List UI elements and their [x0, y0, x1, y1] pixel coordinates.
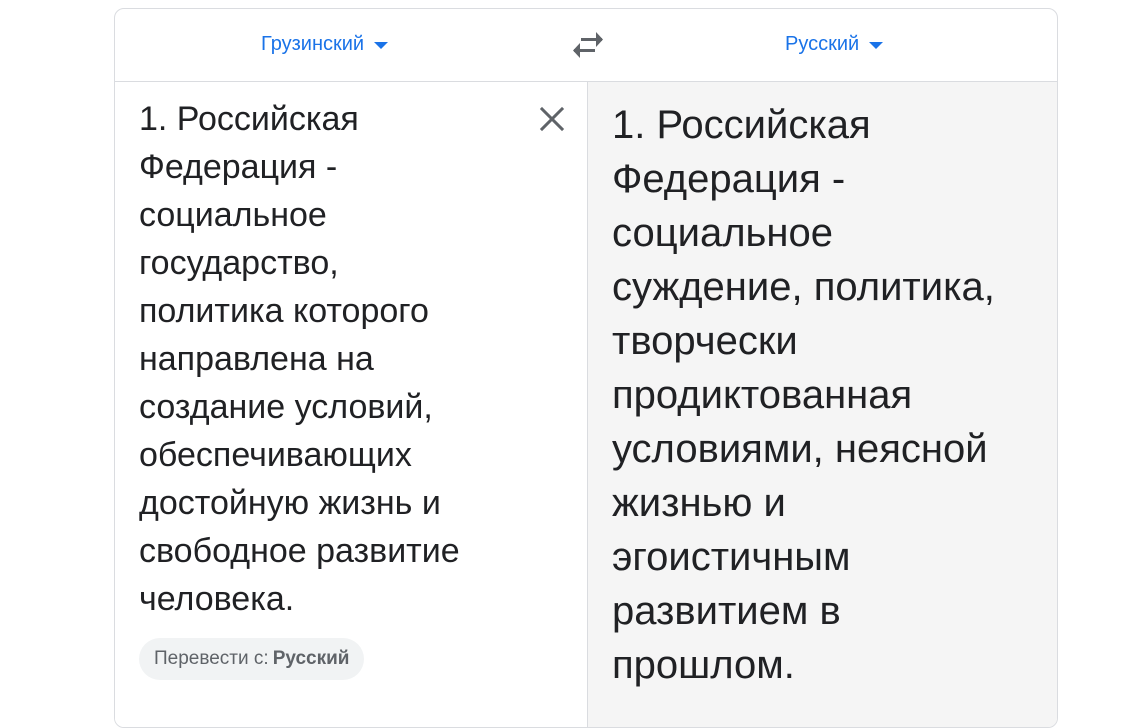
target-language-label: Русский	[785, 33, 860, 55]
swap-languages-button[interactable]	[570, 31, 606, 59]
clear-source-button[interactable]	[535, 102, 569, 136]
chevron-down-icon	[869, 42, 884, 49]
source-text-input[interactable]: 1. Российская Федерация - социальное гос…	[139, 95, 519, 623]
source-pane: 1. Российская Федерация - социальное гос…	[115, 82, 587, 727]
chevron-down-icon	[374, 42, 389, 49]
translate-from-chip[interactable]: Перевести с: Русский	[139, 638, 365, 680]
translate-from-prefix: Перевести с:	[154, 648, 269, 669]
translation-output: 1. Российская Федерация - социальное суж…	[612, 103, 995, 687]
close-icon	[539, 106, 565, 132]
language-bar: Грузинский Русский	[115, 9, 1057, 82]
target-language-button[interactable]: Русский	[785, 33, 884, 56]
target-pane: 1. Российская Федерация - социальное суж…	[587, 82, 1057, 727]
source-language-label: Грузинский	[261, 33, 365, 55]
swap-arrows-icon	[573, 32, 603, 58]
source-language-button[interactable]: Грузинский	[261, 33, 389, 56]
translate-from-language: Русский	[272, 648, 350, 669]
translator-card: Грузинский Русский 1. Российская Федерац…	[114, 8, 1058, 728]
